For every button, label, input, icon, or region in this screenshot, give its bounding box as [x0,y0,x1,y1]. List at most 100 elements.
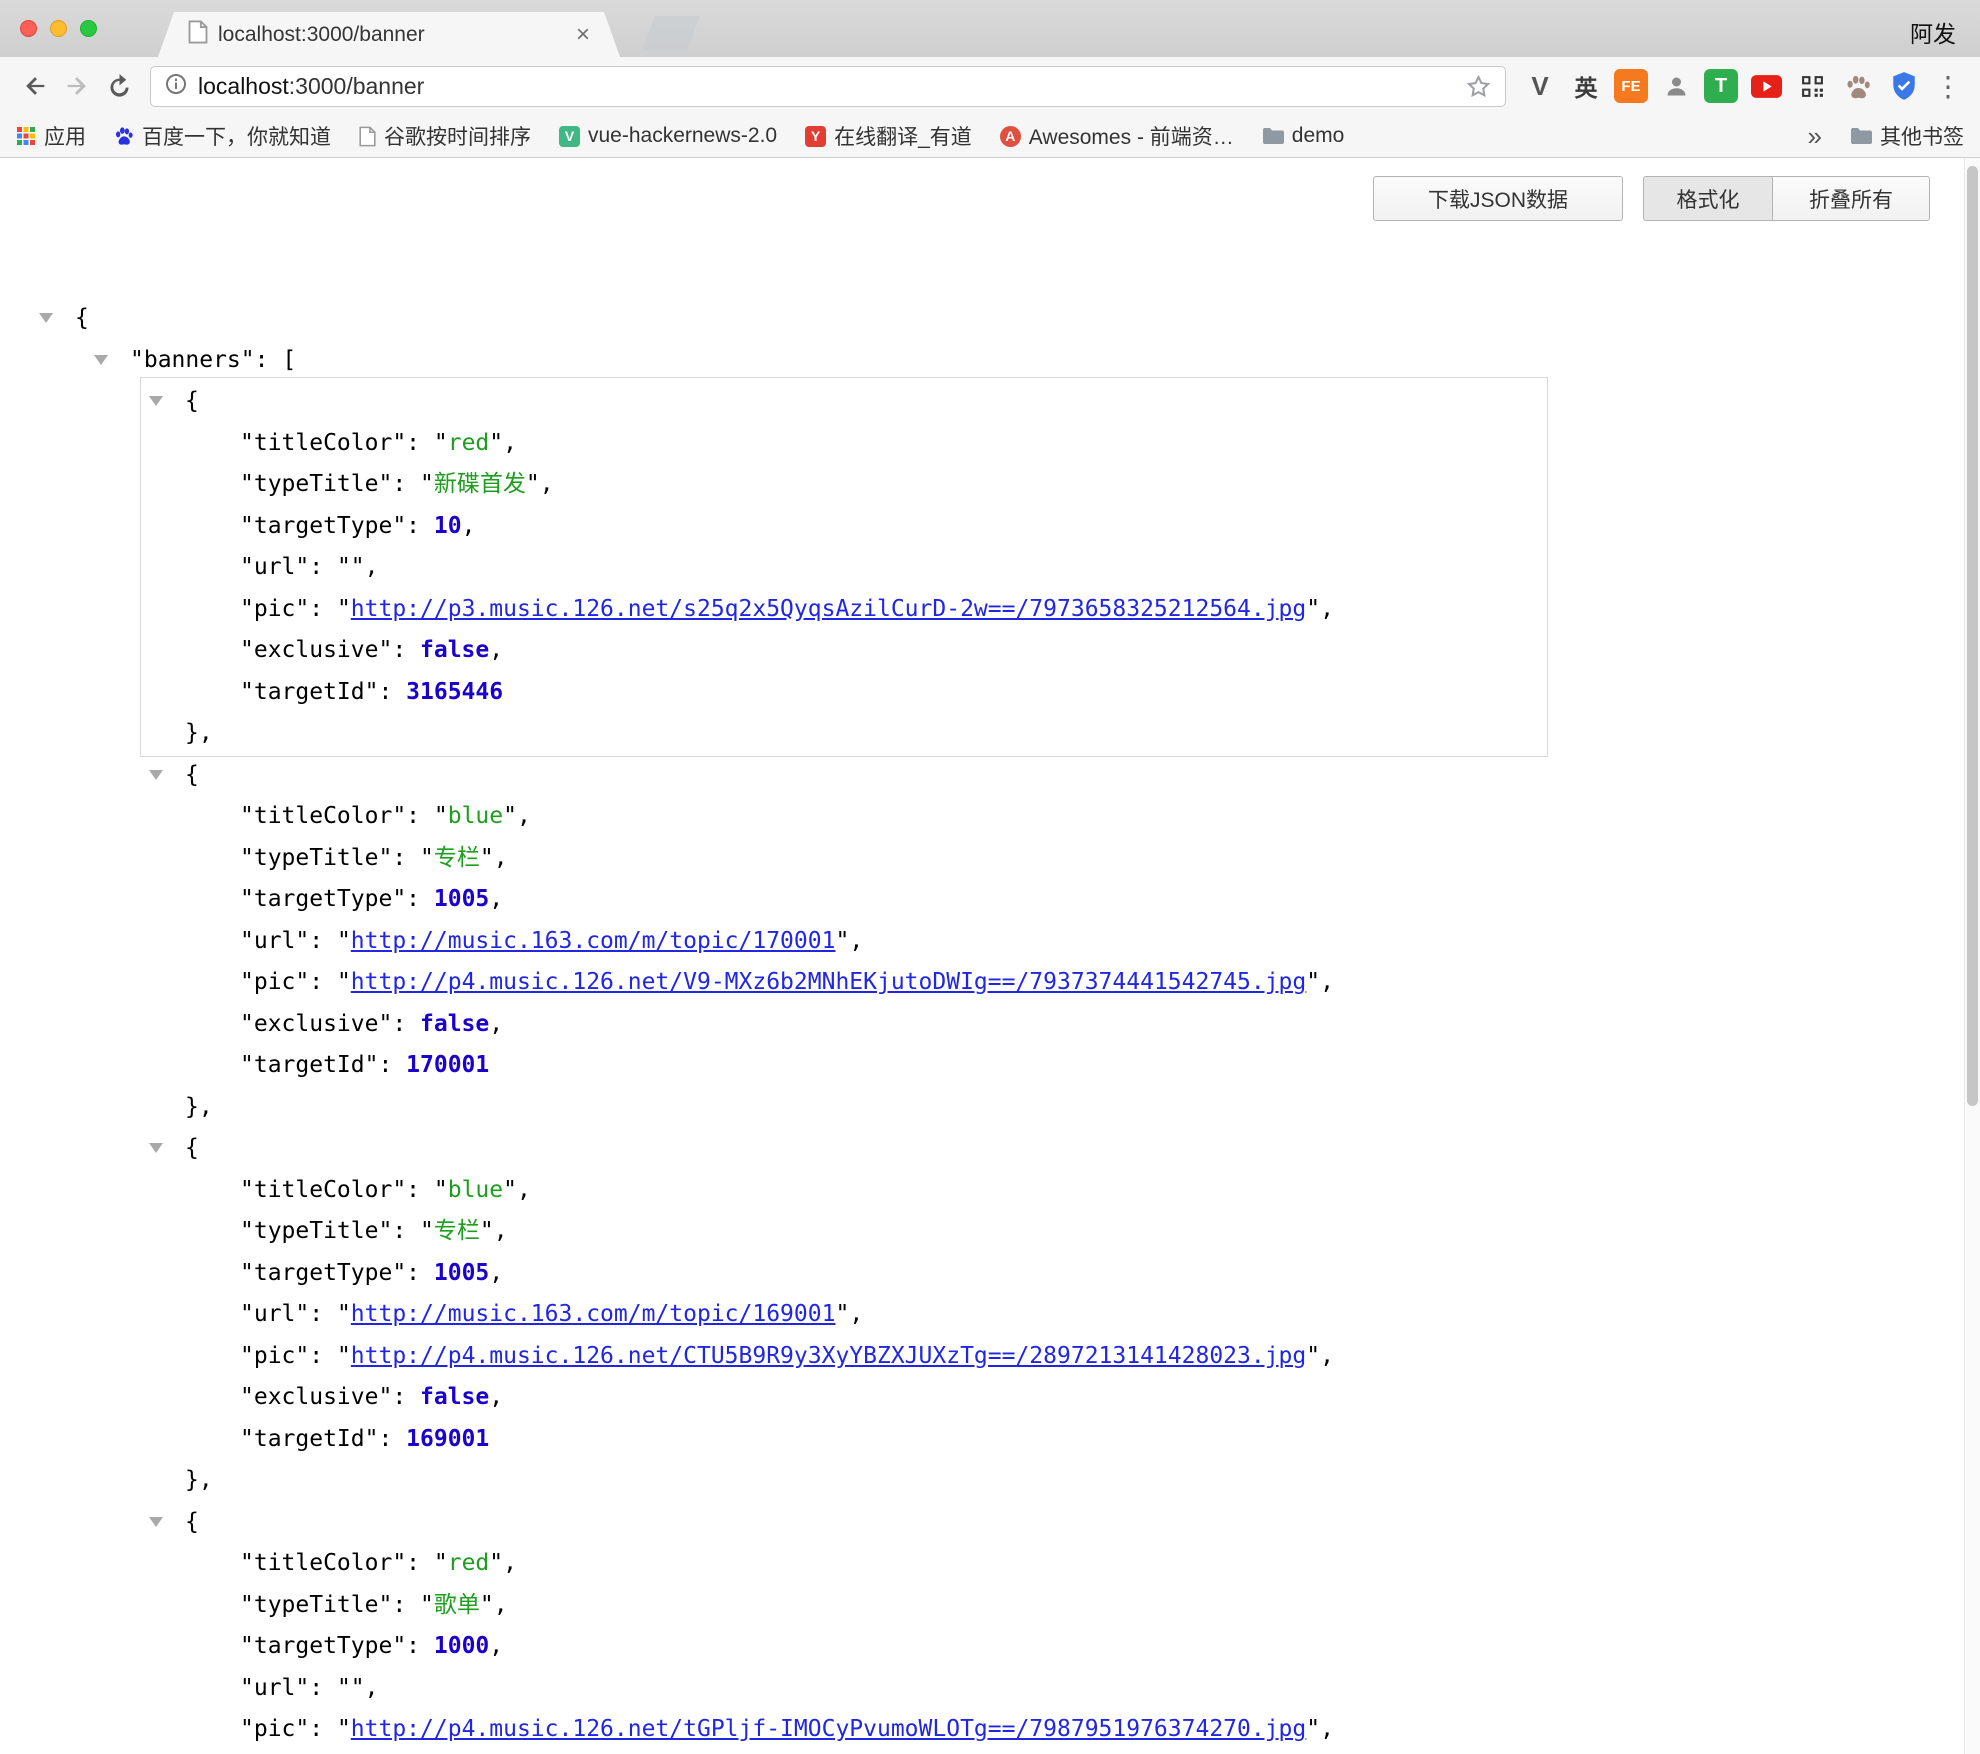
json-property-exclusive: "exclusive": false, [0,1377,1964,1419]
other-bookmarks[interactable]: 其他书签 [1850,121,1964,151]
bookmark-label: 谷歌按时间排序 [384,121,531,151]
json-object-open: { [0,381,1964,423]
json-property-typeTitle: "typeTitle": "歌单", [0,1585,1964,1627]
json-url-link[interactable]: http://p3.music.126.net/s25q2x5QyqsAzilC… [351,596,1306,622]
fe-extension-icon[interactable]: FE [1614,69,1648,103]
json-property-titleColor: "titleColor": "blue", [0,1170,1964,1212]
security-shield-extension-icon[interactable] [1886,68,1922,104]
youdao-icon: Y [805,126,826,147]
browser-toolbar: localhost:3000/banner V 英 FE T ⋮ [0,57,1980,115]
bookmark-label: 在线翻译_有道 [834,121,972,151]
extension-bar: V 英 FE T [1522,68,1922,104]
window-minimize-button[interactable] [50,20,67,37]
json-property-exclusive: "exclusive": false, [0,630,1964,672]
json-property-typeTitle: "typeTitle": "专栏", [0,1211,1964,1253]
bookmark-label: Awesomes - 前端资… [1029,121,1234,151]
json-object-close: }, [0,1087,1964,1129]
json-property-targetType: "targetType": 1005, [0,879,1964,921]
vue-icon: V [559,126,580,147]
bookmark-apps[interactable]: 应用 [16,121,86,151]
qrcode-extension-icon[interactable] [1794,68,1830,104]
json-property-titleColor: "titleColor": "blue", [0,796,1964,838]
bookmark-vue-hackernews[interactable]: V vue-hackernews-2.0 [559,124,777,148]
json-url-link[interactable]: http://music.163.com/m/topic/170001 [351,928,836,954]
json-property-pic: "pic": "http://p3.music.126.net/s25q2x5Q… [0,589,1964,631]
bookmark-label: vue-hackernews-2.0 [588,124,777,148]
window-controls [20,20,97,37]
json-url-link[interactable]: http://music.163.com/m/topic/169001 [351,1301,836,1327]
json-property-targetId: "targetId": 3165446 [0,672,1964,714]
window-zoom-button[interactable] [80,20,97,37]
json-property-exclusive: "exclusive": false [0,1751,1964,1754]
collapse-toggle-icon[interactable] [149,1143,163,1153]
scrollbar-thumb[interactable] [1967,166,1978,1106]
baidu-paw-icon [114,126,134,146]
bookmark-label: 百度一下，你就知道 [142,121,331,151]
bookmark-awesomes[interactable]: A Awesomes - 前端资… [1000,121,1234,151]
json-property-url: "url": "", [0,547,1964,589]
json-url-link[interactable]: http://p4.music.126.net/V9-MXz6b2MNhEKju… [351,969,1306,995]
browser-tab[interactable]: localhost:3000/banner × [158,12,620,57]
youtube-extension-icon[interactable] [1748,68,1784,104]
bookmarks-overflow-icon[interactable]: » [1808,121,1822,152]
json-url-link[interactable]: http://p4.music.126.net/tGPljf-IMOCyPvum… [351,1716,1306,1742]
json-property-targetId: "targetId": 170001 [0,1045,1964,1087]
download-json-button[interactable]: 下载JSON数据 [1373,176,1623,221]
json-object-close: }, [0,713,1964,755]
address-bar[interactable]: localhost:3000/banner [150,66,1506,107]
json-property-exclusive: "exclusive": false, [0,1004,1964,1046]
paw-extension-icon[interactable] [1840,68,1876,104]
person-extension-icon[interactable] [1658,68,1694,104]
translate-extension-icon[interactable]: 英 [1568,68,1604,104]
other-bookmarks-label: 其他书签 [1880,121,1964,151]
collapse-toggle-icon[interactable] [149,396,163,406]
json-property-typeTitle: "typeTitle": "新碟首发", [0,464,1964,506]
bookmark-youdao[interactable]: Y 在线翻译_有道 [805,121,972,151]
format-button[interactable]: 格式化 [1643,176,1773,221]
tab-title: localhost:3000/banner [218,23,566,47]
awesomes-icon: A [1000,126,1021,147]
collapse-toggle-icon[interactable] [149,770,163,780]
browser-menu-icon[interactable]: ⋮ [1934,70,1962,103]
bookmark-label: 应用 [44,121,86,151]
bookmarks-bar: 应用 百度一下，你就知道 谷歌按时间排序 V vue-hackernews-2.… [0,115,1980,158]
collapse-all-button[interactable]: 折叠所有 [1772,176,1930,221]
page-content: 下载JSON数据 格式化 折叠所有 {"banners": [{"titleCo… [0,158,1980,1754]
json-property-url: "url": "http://music.163.com/m/topic/169… [0,1294,1964,1336]
json-property-pic: "pic": "http://p4.music.126.net/tGPljf-I… [0,1709,1964,1751]
reload-button[interactable] [98,65,140,107]
json-banners-key: "banners": [ [0,340,1964,382]
json-object-open: { [0,1128,1964,1170]
collapse-toggle-icon[interactable] [149,1517,163,1527]
forward-button[interactable] [56,65,98,107]
json-property-url: "url": "", [0,1668,1964,1710]
bookmark-baidu[interactable]: 百度一下，你就知道 [114,121,331,151]
new-tab-button[interactable] [642,16,700,50]
json-property-targetType: "targetType": 1000, [0,1626,1964,1668]
vimium-extension-icon[interactable]: V [1522,68,1558,104]
json-root-open: { [0,298,1964,340]
bookmark-google-sort[interactable]: 谷歌按时间排序 [359,121,531,151]
json-property-pic: "pic": "http://p4.music.126.net/CTU5B9R9… [0,1336,1964,1378]
bookmark-label: demo [1292,124,1345,148]
bookmark-folder-demo[interactable]: demo [1262,124,1345,148]
view-mode-button-group: 格式化 折叠所有 [1643,176,1930,221]
tampermonkey-extension-icon[interactable]: T [1704,69,1738,103]
json-object-open: { [0,755,1964,797]
collapse-toggle-icon[interactable] [39,313,53,323]
page-info-icon[interactable] [164,72,188,101]
bookmark-star-icon[interactable] [1465,73,1492,100]
folder-icon [1850,127,1872,145]
profile-name[interactable]: 阿发 [1910,15,1956,49]
back-button[interactable] [14,65,56,107]
collapse-toggle-icon[interactable] [94,355,108,365]
vertical-scrollbar[interactable] [1964,158,1980,1754]
tab-close-icon[interactable]: × [576,23,590,47]
json-property-targetType: "targetType": 1005, [0,1253,1964,1295]
json-url-link[interactable]: http://p4.music.126.net/CTU5B9R9y3XyYBZX… [351,1343,1306,1369]
json-property-titleColor: "titleColor": "red", [0,423,1964,465]
window-close-button[interactable] [20,20,37,37]
apps-grid-icon [16,126,36,146]
json-property-titleColor: "titleColor": "red", [0,1543,1964,1585]
url-host: localhost [198,73,289,99]
